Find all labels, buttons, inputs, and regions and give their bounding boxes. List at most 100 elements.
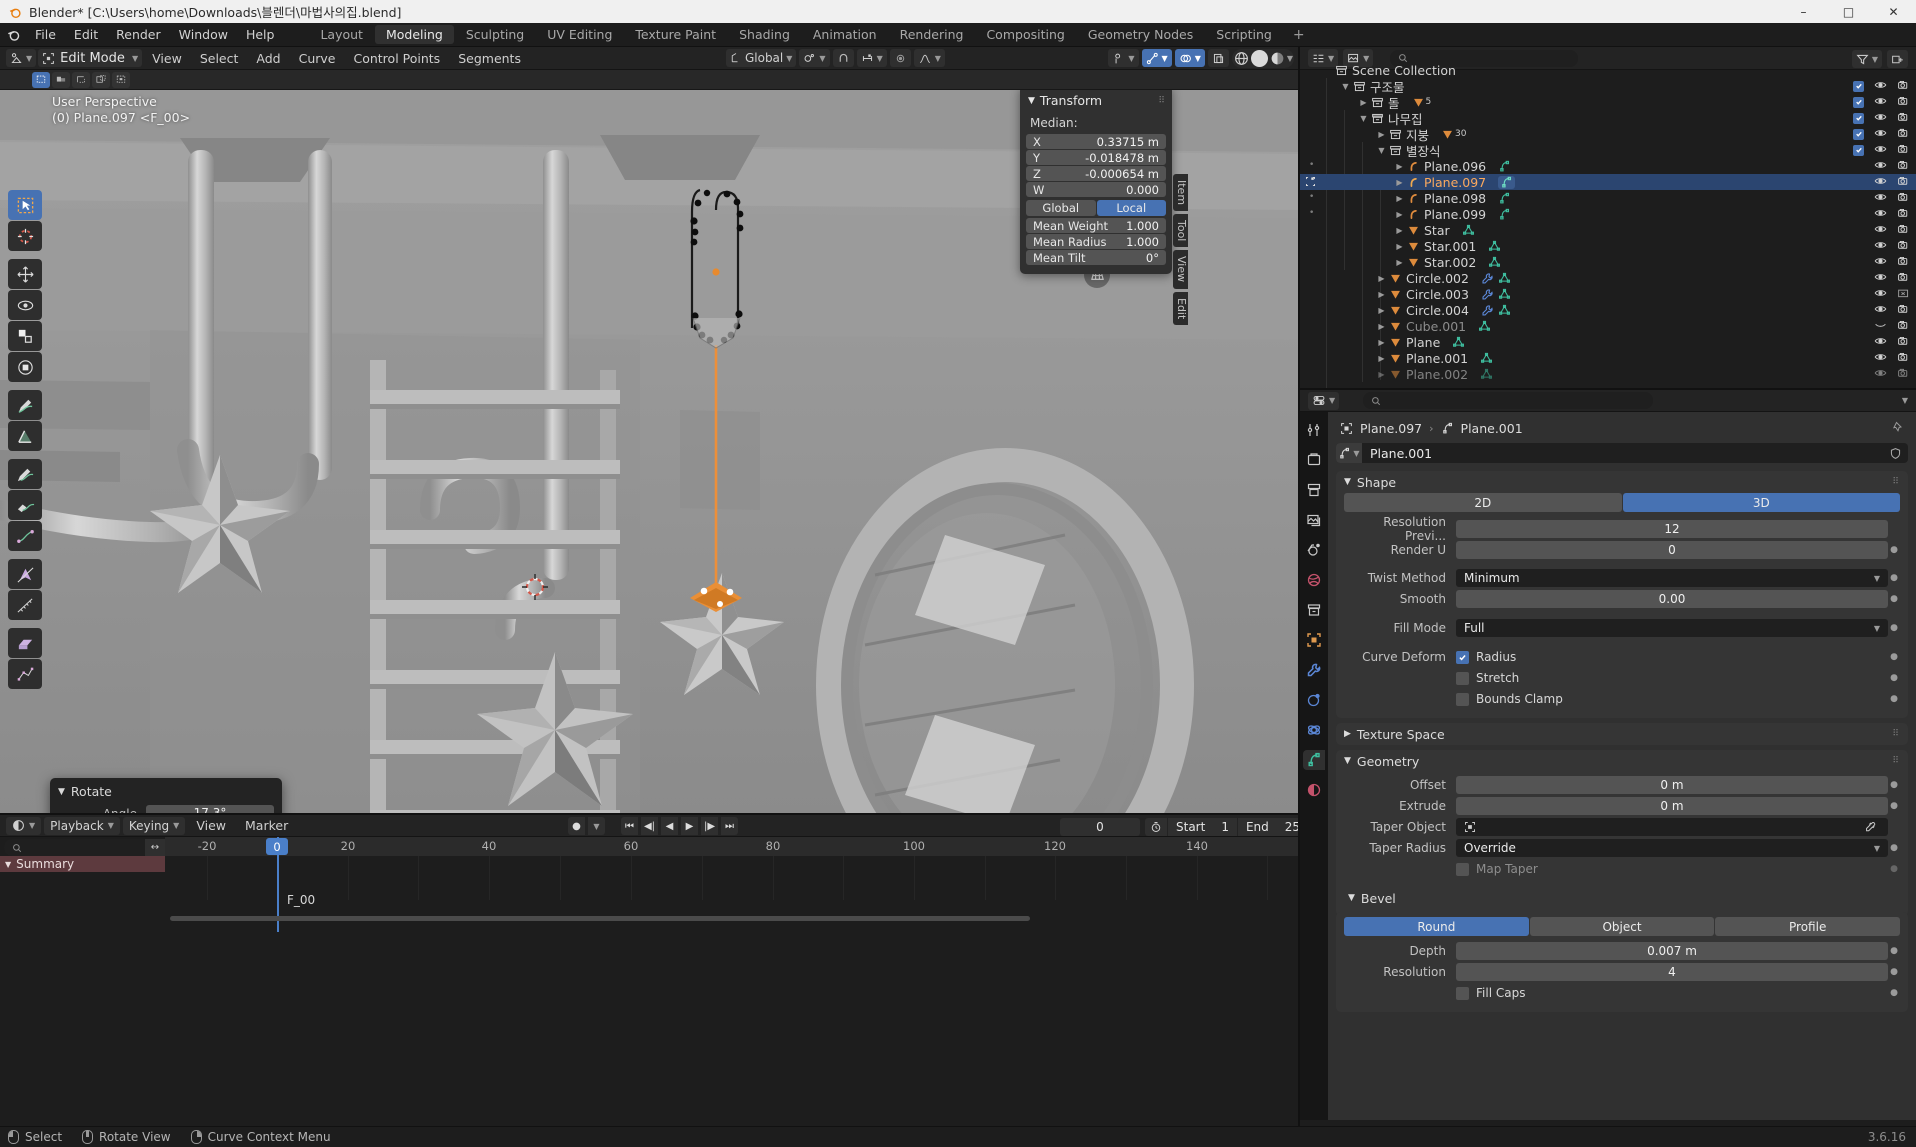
- outliner-row-[interactable]: ▼ 별장식: [1300, 142, 1916, 159]
- disable-in-renders-icon[interactable]: [1897, 239, 1910, 254]
- sidebar-tab-edit[interactable]: Edit: [1173, 291, 1188, 325]
- space-global-button[interactable]: Global: [1026, 200, 1096, 216]
- tab-collection[interactable]: [1303, 600, 1325, 620]
- timeline-view-menu[interactable]: View: [188, 817, 234, 835]
- disclosure-triangle-icon[interactable]: ▶: [1394, 162, 1405, 171]
- properties-search-input[interactable]: [1363, 392, 1654, 409]
- outliner-row-circle-002[interactable]: ▶ Circle.002: [1300, 270, 1916, 286]
- disclosure-triangle-icon[interactable]: ▼: [1376, 146, 1387, 155]
- tool-rotate[interactable]: [8, 290, 42, 320]
- bevel-panel-header[interactable]: ▼ Bevel: [1336, 887, 1908, 909]
- close-button[interactable]: ✕: [1871, 0, 1916, 23]
- hide-in-viewport-icon[interactable]: [1874, 351, 1887, 366]
- resolution-preview-field[interactable]: 12: [1456, 520, 1888, 538]
- animate-property-icon[interactable]: ●: [1888, 673, 1900, 683]
- shape-panel-header[interactable]: ▼ Shape ⠿: [1336, 471, 1908, 493]
- disable-in-renders-icon[interactable]: [1897, 335, 1910, 350]
- hide-in-viewport-icon[interactable]: [1874, 303, 1887, 318]
- animate-property-icon[interactable]: ●: [1888, 988, 1900, 998]
- tab-view-layer[interactable]: [1303, 510, 1325, 530]
- hide-in-viewport-icon[interactable]: [1874, 239, 1887, 254]
- chevron-down-icon[interactable]: ▼: [1287, 54, 1293, 63]
- extrude-field[interactable]: 0 m: [1456, 797, 1888, 815]
- transform-orientation-selector[interactable]: Global ▼: [725, 49, 797, 67]
- animate-property-icon[interactable]: ●: [1888, 652, 1900, 662]
- shading-solid-icon[interactable]: [1250, 49, 1268, 67]
- modifier-icon[interactable]: [1481, 288, 1494, 301]
- viewport-menu-select[interactable]: Select: [192, 47, 247, 70]
- menu-file[interactable]: File: [26, 23, 65, 47]
- disable-in-renders-icon[interactable]: [1897, 143, 1910, 158]
- tab-object-data[interactable]: [1303, 750, 1325, 770]
- hide-in-viewport-icon[interactable]: [1874, 159, 1887, 174]
- map-taper-checkbox-group[interactable]: Map Taper: [1456, 862, 1888, 876]
- tool-cursor[interactable]: [8, 221, 42, 251]
- show-gizmo-toggle[interactable]: ▼: [1141, 49, 1172, 67]
- tab-compositing[interactable]: Compositing: [975, 25, 1075, 44]
- timeline-search-input[interactable]: [4, 839, 152, 856]
- disclosure-triangle-icon[interactable]: ▶: [1376, 306, 1387, 315]
- timeline-horizontal-scrollbar[interactable]: [170, 916, 1030, 921]
- bounds-clamp-checkbox-group[interactable]: Bounds Clamp: [1456, 692, 1888, 706]
- tool-annotate[interactable]: [8, 390, 42, 420]
- toggle-xray[interactable]: [1207, 49, 1229, 67]
- map-taper-checkbox[interactable]: [1456, 862, 1469, 876]
- animate-property-icon[interactable]: ●: [1888, 623, 1900, 633]
- snap-settings[interactable]: ▼: [856, 49, 887, 67]
- mesh-data-icon[interactable]: [1480, 368, 1493, 381]
- sidebar-tab-view[interactable]: View: [1173, 250, 1188, 289]
- animate-property-icon[interactable]: ●: [1888, 573, 1900, 583]
- visibility-selector[interactable]: ▼: [1108, 49, 1139, 67]
- disable-in-renders-icon[interactable]: [1897, 111, 1910, 126]
- animate-property-icon[interactable]: ●: [1888, 946, 1900, 956]
- animate-property-icon[interactable]: ●: [1888, 967, 1900, 977]
- eyedropper-icon[interactable]: [1860, 821, 1880, 833]
- outliner-row-plane-002[interactable]: ▶ Plane.002: [1300, 366, 1916, 382]
- viewport-menu-view[interactable]: View: [144, 47, 190, 70]
- modifier-icon[interactable]: [1481, 304, 1494, 317]
- disclosure-triangle-icon[interactable]: ▶: [1394, 210, 1405, 219]
- tab-scene[interactable]: [1303, 540, 1325, 560]
- bevel-depth-field[interactable]: 0.007 m: [1456, 942, 1888, 960]
- timeline-marker-menu[interactable]: Marker: [237, 817, 296, 835]
- disclosure-triangle-icon[interactable]: ▶: [1376, 322, 1387, 331]
- tab-tool[interactable]: [1303, 420, 1325, 440]
- viewport-menu-add[interactable]: Add: [248, 47, 288, 70]
- breadcrumb-object-name[interactable]: Plane.097: [1360, 421, 1422, 436]
- tab-shading[interactable]: Shading: [728, 25, 801, 44]
- disable-in-renders-icon[interactable]: [1897, 175, 1910, 190]
- hide-in-viewport-icon[interactable]: [1874, 95, 1887, 110]
- outliner-row-plane-001[interactable]: ▶ Plane.001: [1300, 350, 1916, 366]
- texture-space-panel-header[interactable]: ▶ Texture Space ⠿: [1336, 723, 1908, 745]
- outliner-row-circle-003[interactable]: ▶ Circle.003: [1300, 286, 1916, 302]
- disable-in-renders-icon[interactable]: [1897, 95, 1910, 110]
- select-mode-circle[interactable]: [52, 71, 70, 88]
- tool-transform[interactable]: [8, 352, 42, 382]
- collection-exclude-checkbox[interactable]: [1853, 144, 1864, 156]
- timeline-keying-menu[interactable]: Keying ▼: [122, 816, 186, 835]
- tab-modeling[interactable]: Modeling: [374, 25, 454, 44]
- animate-property-icon[interactable]: ●: [1888, 780, 1900, 790]
- pivot-point-selector[interactable]: ▼: [799, 49, 830, 67]
- tab-scripting[interactable]: Scripting: [1205, 25, 1283, 44]
- bevel-profile-button[interactable]: Profile: [1715, 917, 1901, 936]
- animate-property-icon[interactable]: ●: [1888, 843, 1900, 853]
- radius-checkbox[interactable]: [1456, 650, 1469, 664]
- render-u-field[interactable]: 0: [1456, 541, 1888, 559]
- menu-edit[interactable]: Edit: [65, 23, 107, 47]
- curve-data-icon[interactable]: [1498, 192, 1511, 205]
- disclosure-triangle-icon[interactable]: ▶: [1376, 354, 1387, 363]
- outliner-tree[interactable]: Scene Collection ▼ 구조물 ▶ 돌 5 ▼ 나무집 ▶ 지붕 30 ▼ 별장식 • ▶ Pl…: [1300, 62, 1916, 390]
- pin-id-icon[interactable]: [1892, 421, 1904, 436]
- collection-exclude-checkbox[interactable]: [1853, 128, 1864, 140]
- disable-in-renders-icon[interactable]: [1897, 319, 1910, 334]
- timeline-marker-label[interactable]: F_00: [287, 893, 315, 907]
- disable-in-renders-icon[interactable]: [1897, 255, 1910, 270]
- mesh-data-icon[interactable]: [1452, 336, 1465, 349]
- outliner-row-circle-004[interactable]: ▶ Circle.004: [1300, 302, 1916, 318]
- fill-caps-checkbox[interactable]: [1456, 986, 1469, 1000]
- tool-tweak[interactable]: [8, 190, 42, 220]
- menu-window[interactable]: Window: [170, 23, 237, 47]
- hide-in-viewport-icon[interactable]: [1874, 223, 1887, 238]
- space-local-button[interactable]: Local: [1096, 200, 1166, 216]
